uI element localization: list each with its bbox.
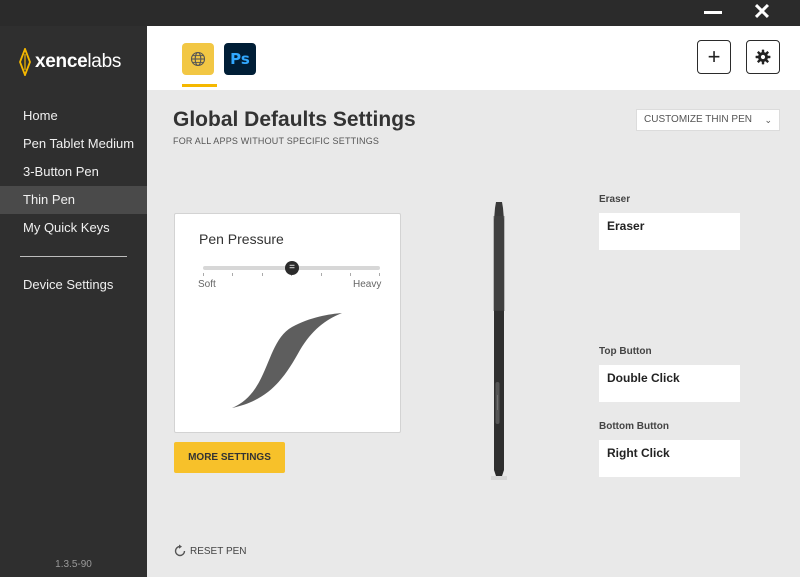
- logo-icon: [19, 48, 31, 76]
- settings-button[interactable]: [746, 40, 780, 74]
- app-tab-photoshop[interactable]: Ps: [224, 43, 256, 75]
- sidebar-nav: Home Pen Tablet Medium 3-Button Pen Thin…: [0, 102, 147, 299]
- page-title: Global Defaults Settings: [173, 108, 416, 131]
- logo-text-light: labs: [87, 51, 122, 72]
- top-button-setting[interactable]: Double Click: [599, 365, 740, 402]
- gear-icon: [755, 49, 771, 65]
- sidebar-item-pen-tablet-medium[interactable]: Pen Tablet Medium: [0, 130, 147, 158]
- app-header: Ps +: [147, 26, 800, 90]
- photoshop-icon: Ps: [230, 50, 250, 68]
- logo-text-bold: xence: [35, 51, 88, 72]
- sidebar-item-thin-pen[interactable]: Thin Pen: [0, 186, 147, 214]
- sidebar-item-home[interactable]: Home: [0, 102, 147, 130]
- pressure-curve: [232, 313, 342, 408]
- reset-icon: [174, 544, 186, 557]
- reset-pen-label: RESET PEN: [190, 545, 247, 557]
- pressure-soft-label: Soft: [198, 279, 216, 290]
- more-settings-button[interactable]: MORE SETTINGS: [174, 442, 285, 473]
- sidebar-item-device-settings[interactable]: Device Settings: [0, 271, 147, 299]
- bottom-button-setting[interactable]: Right Click: [599, 440, 740, 477]
- chevron-down-icon: ⌄: [764, 115, 772, 125]
- active-tab-indicator: [182, 84, 217, 87]
- thin-pen-illustration: [491, 202, 507, 480]
- version-label: 1.3.5-90: [55, 559, 92, 570]
- pressure-slider-thumb[interactable]: =: [285, 261, 299, 275]
- page-subtitle: FOR ALL APPS WITHOUT SPECIFIC SETTINGS: [173, 136, 380, 146]
- customize-pen-label: CUSTOMIZE THIN PEN: [644, 114, 752, 125]
- pen-pressure-title: Pen Pressure: [199, 231, 284, 247]
- sidebar: xencelabs Home Pen Tablet Medium 3-Butto…: [0, 26, 147, 577]
- globe-icon: [190, 51, 206, 67]
- close-icon[interactable]: ✕: [742, 0, 782, 26]
- xencelabs-logo: xencelabs: [18, 46, 121, 78]
- customize-pen-dropdown[interactable]: CUSTOMIZE THIN PEN ⌄: [636, 109, 780, 131]
- reset-pen-button[interactable]: RESET PEN: [173, 544, 247, 558]
- title-bar: ✕: [0, 0, 800, 26]
- pen-pressure-card: Pen Pressure = Soft Heavy: [174, 213, 401, 433]
- pressure-heavy-label: Heavy: [353, 279, 382, 290]
- sidebar-item-3-button-pen[interactable]: 3-Button Pen: [0, 158, 147, 186]
- bottom-button-label: Bottom Button: [599, 421, 669, 432]
- minimize-icon[interactable]: [693, 0, 733, 26]
- sidebar-item-my-quick-keys[interactable]: My Quick Keys: [0, 214, 147, 242]
- top-button-label: Top Button: [599, 346, 652, 357]
- sidebar-divider: [20, 256, 127, 257]
- app-tab-global[interactable]: [182, 43, 214, 75]
- eraser-setting[interactable]: Eraser: [599, 213, 740, 250]
- eraser-label: Eraser: [599, 194, 631, 205]
- add-app-button[interactable]: +: [697, 40, 731, 74]
